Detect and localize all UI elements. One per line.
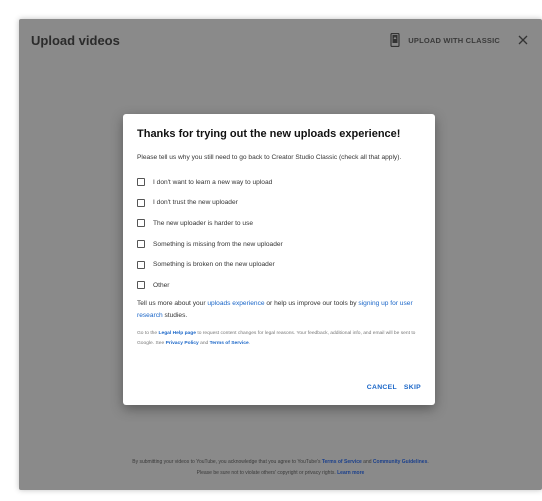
option-label: I don't want to learn a new way to uploa… xyxy=(153,178,273,186)
close-icon[interactable] xyxy=(516,33,530,47)
option-checkbox[interactable] xyxy=(137,281,145,290)
footer-line2-text: Please be sure not to violate others' co… xyxy=(196,470,338,476)
legal-prefix: Go to the xyxy=(137,330,159,336)
more-middle: or help us improve our tools by xyxy=(264,299,359,307)
dialog-actions: CANCEL SKIP xyxy=(367,384,421,391)
cancel-button[interactable]: CANCEL xyxy=(367,384,397,391)
feedback-dialog: Thanks for trying out the new uploads ex… xyxy=(123,114,435,405)
footer-and: and xyxy=(361,459,373,465)
more-suffix: studies. xyxy=(162,311,188,319)
legal-text: Go to the Legal Help page to request con… xyxy=(137,329,422,349)
option-broken[interactable]: Something is broken on the new uploader xyxy=(137,254,421,275)
footer-suffix: . xyxy=(427,459,429,465)
option-no-learn[interactable]: I don't want to learn a new way to uploa… xyxy=(137,172,421,193)
privacy-policy-link[interactable]: Privacy Policy xyxy=(166,341,199,346)
option-label: Other xyxy=(153,281,170,289)
header-actions: UPLOAD WITH CLASSIC xyxy=(390,32,530,48)
learn-more-link[interactable]: Learn more xyxy=(337,470,364,476)
option-checkbox[interactable] xyxy=(137,219,145,228)
upload-title: Upload videos xyxy=(31,32,120,48)
option-harder[interactable]: The new uploader is harder to use xyxy=(137,213,421,234)
dialog-description: Please tell us why you still need to go … xyxy=(137,154,402,161)
option-no-trust[interactable]: I don't trust the new uploader xyxy=(137,193,421,214)
option-label: The new uploader is harder to use xyxy=(153,219,254,227)
footer-prefix: By submitting your videos to YouTube, yo… xyxy=(132,459,322,465)
more-prefix: Tell us more about your xyxy=(137,299,208,307)
footer-line-1: By submitting your videos to YouTube, yo… xyxy=(19,457,542,468)
option-other[interactable]: Other xyxy=(137,275,421,296)
option-checkbox[interactable] xyxy=(137,240,145,249)
footer-guidelines-link[interactable]: Community Guidelines xyxy=(373,459,427,465)
footer-line-2: Please be sure not to violate others' co… xyxy=(19,468,542,479)
footer-note: By submitting your videos to YouTube, yo… xyxy=(19,457,542,479)
upload-header: Upload videos UPLOAD WITH CLASSIC xyxy=(19,19,542,61)
legal-help-link[interactable]: Legal Help page xyxy=(158,331,196,336)
dialog-title: Thanks for trying out the new uploads ex… xyxy=(137,128,401,140)
phone-upload-icon[interactable] xyxy=(390,32,400,48)
uploads-experience-link[interactable]: uploads experience xyxy=(207,300,264,307)
legal-suffix: . xyxy=(248,340,251,346)
option-checkbox[interactable] xyxy=(137,260,145,269)
upload-with-classic-button[interactable]: UPLOAD WITH CLASSIC xyxy=(408,36,500,45)
legal-and: and xyxy=(198,340,210,346)
terms-of-service-link[interactable]: Terms of Service xyxy=(210,341,249,346)
option-label: Something is missing from the new upload… xyxy=(153,240,283,248)
option-missing[interactable]: Something is missing from the new upload… xyxy=(137,234,421,255)
option-checkbox[interactable] xyxy=(137,198,145,207)
more-feedback-text: Tell us more about your uploads experien… xyxy=(137,298,419,322)
option-label: Something is broken on the new uploader xyxy=(153,261,275,269)
option-checkbox[interactable] xyxy=(137,178,145,187)
option-label: I don't trust the new uploader xyxy=(153,199,238,207)
footer-terms-link[interactable]: Terms of Service xyxy=(322,459,362,465)
skip-button[interactable]: SKIP xyxy=(404,384,421,391)
